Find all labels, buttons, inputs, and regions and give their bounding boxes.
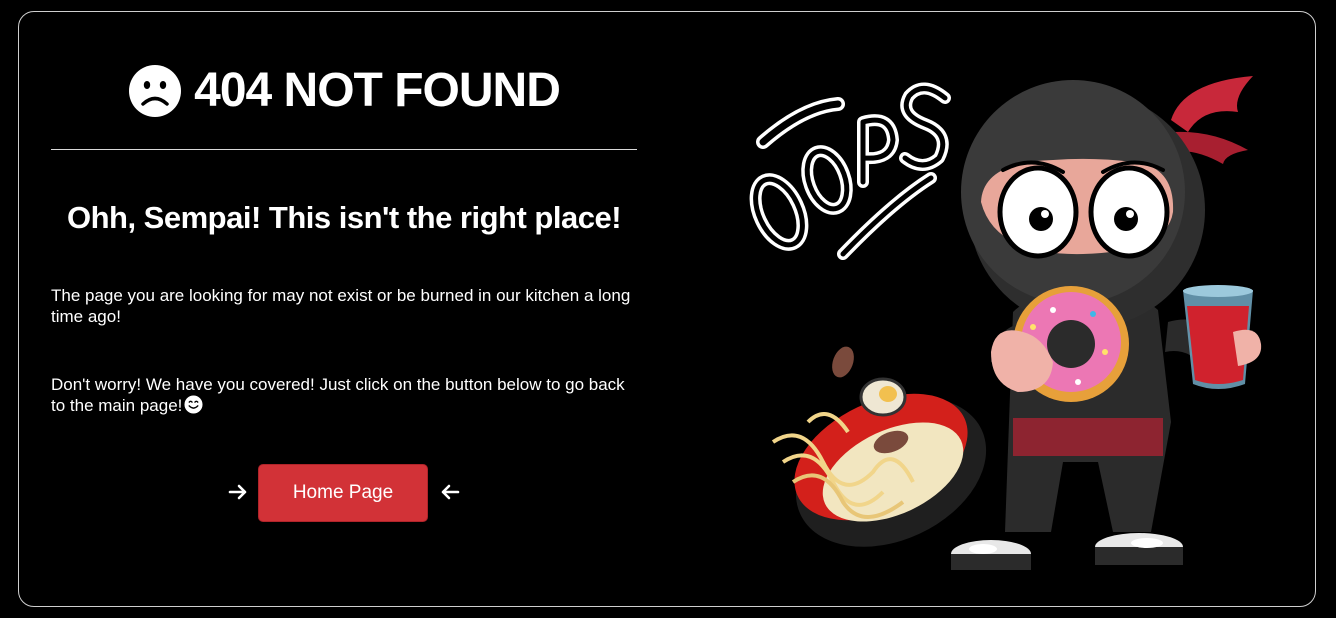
oops-lettering	[749, 82, 951, 260]
ramen-bowl	[771, 346, 987, 547]
juice-glass	[1183, 285, 1262, 389]
reassurance-text: Don't worry! We have you covered! Just c…	[51, 375, 625, 415]
sad-face-icon	[129, 65, 182, 117]
subtitle: Ohh, Sempai! This isn't the right place!	[66, 200, 622, 235]
home-page-button[interactable]: Home Page	[258, 464, 428, 522]
divider	[51, 149, 637, 150]
error-content: 404 NOT FOUND Ohh, Sempai! This isn't th…	[51, 12, 637, 606]
arrow-right-icon	[228, 484, 247, 500]
smile-emoji-icon	[184, 395, 203, 414]
donut	[991, 286, 1129, 402]
error-card: 404 NOT FOUND Ohh, Sempai! This isn't th…	[18, 11, 1316, 607]
reassurance-paragraph: Don't worry! We have you covered! Just c…	[51, 374, 637, 416]
description-paragraph: The page you are looking for may not exi…	[51, 286, 631, 326]
action-row: Home Page	[51, 464, 637, 522]
ninja-illustration	[749, 76, 1262, 570]
arrow-left-icon	[441, 484, 460, 500]
title-row: 404 NOT FOUND	[51, 64, 637, 118]
page-title: 404 NOT FOUND	[194, 64, 561, 117]
